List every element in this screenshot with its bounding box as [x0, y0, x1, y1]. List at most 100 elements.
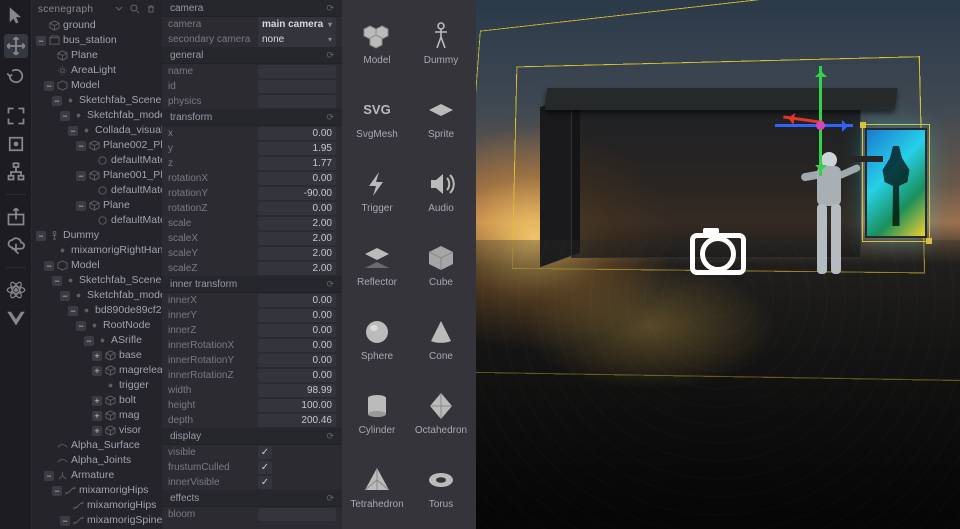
prop-value[interactable]: 98.99 [258, 384, 336, 397]
trash-icon[interactable] [146, 4, 156, 14]
expand-toggle[interactable]: − [76, 321, 86, 331]
tree-node[interactable]: −mixamorigHips [32, 483, 162, 498]
asset-tetrahedron[interactable]: Tetrahedron [346, 452, 408, 522]
reset-icon[interactable]: ⟳ [326, 3, 334, 14]
tree-node[interactable]: −Plane002_Plane00 [32, 138, 162, 153]
tree-node[interactable]: ground [32, 18, 162, 33]
tree-node[interactable]: +magrelease [32, 363, 162, 378]
tree-node[interactable]: mixamorigRightHand [32, 243, 162, 258]
tree-node[interactable]: −RootNode [32, 318, 162, 333]
tree-node[interactable]: −Collada_visual_sce [32, 123, 162, 138]
tree-node[interactable]: −Sketchfab_Scene [32, 93, 162, 108]
asset-reflector[interactable]: Reflector [346, 230, 408, 300]
expand-toggle[interactable]: − [60, 291, 70, 301]
tree-node[interactable]: −Sketchfab_model [32, 108, 162, 123]
prop-value[interactable]: 0.00 [258, 294, 336, 307]
expand-toggle[interactable]: − [76, 141, 86, 151]
tree-node[interactable]: defaultMaterial_ [32, 213, 162, 228]
asset-cylinder[interactable]: Cylinder [346, 378, 408, 448]
asset-sprite[interactable]: Sprite [410, 82, 472, 152]
expand-toggle[interactable]: − [84, 336, 94, 346]
prop-value[interactable]: 0.00 [258, 369, 336, 382]
reset-icon[interactable]: ⟳ [326, 112, 334, 123]
prop-value[interactable] [258, 95, 336, 108]
expand-toggle[interactable]: − [44, 471, 54, 481]
expand-toggle[interactable]: + [92, 366, 102, 376]
prop-value[interactable]: 0.00 [258, 324, 336, 337]
tree-node[interactable]: defaultMaterial [32, 153, 162, 168]
prop-value[interactable]: 2.00 [258, 217, 336, 230]
viewport[interactable] [476, 0, 960, 529]
tree-node[interactable]: −Plane001_Plane00 [32, 168, 162, 183]
asset-dummy[interactable]: Dummy [410, 8, 472, 78]
prop-checkbox[interactable] [258, 446, 272, 459]
tree-node[interactable]: −bd890de89cf24a [32, 303, 162, 318]
gizmo-center[interactable] [816, 121, 825, 130]
prop-value[interactable]: 0.00 [258, 339, 336, 352]
prop-value[interactable]: 0.00 [258, 127, 336, 140]
tree-node[interactable]: −ASrifle [32, 333, 162, 348]
prop-value[interactable]: -90.00 [258, 187, 336, 200]
fullscreen-tool[interactable] [6, 106, 26, 126]
expand-toggle[interactable]: − [52, 96, 62, 106]
prop-value[interactable]: 0.00 [258, 354, 336, 367]
expand-toggle[interactable]: − [76, 201, 86, 211]
tree-node[interactable]: +base [32, 348, 162, 363]
cloud-tool[interactable] [6, 235, 26, 255]
vue-tool[interactable] [6, 308, 26, 328]
hierarchy-tool[interactable] [6, 162, 26, 182]
asset-model[interactable]: Model [346, 8, 408, 78]
asset-torus[interactable]: Torus [410, 452, 472, 522]
tree-node[interactable]: −Sketchfab_Scene [32, 273, 162, 288]
prop-value[interactable]: 2.00 [258, 262, 336, 275]
reset-icon[interactable]: ⟳ [326, 431, 334, 442]
tree-node[interactable]: −bus_station [32, 33, 162, 48]
tree-node[interactable]: +visor [32, 423, 162, 438]
reset-icon[interactable]: ⟳ [326, 50, 334, 61]
asset-cone[interactable]: Cone [410, 304, 472, 374]
share-tool[interactable] [6, 207, 26, 227]
tree-node[interactable]: +bolt [32, 393, 162, 408]
scenegraph-tree[interactable]: ground−bus_stationPlaneAreaLight−Model−S… [32, 18, 162, 529]
gizmo-axis-x[interactable] [775, 124, 853, 127]
section-inner[interactable]: inner transform⟳ [162, 276, 342, 293]
search-icon[interactable] [130, 4, 140, 14]
tree-node[interactable]: −Plane [32, 198, 162, 213]
tree-node[interactable]: mixamorigHips [32, 498, 162, 513]
tree-node[interactable]: −Armature [32, 468, 162, 483]
prop-checkbox[interactable] [258, 476, 272, 489]
prop-select[interactable]: none▾ [258, 32, 336, 47]
prop-value[interactable] [258, 508, 336, 521]
prop-value[interactable]: 0.00 [258, 202, 336, 215]
expand-toggle[interactable]: + [92, 351, 102, 361]
asset-octahedron[interactable]: Octahedron [410, 378, 472, 448]
tree-node[interactable]: −Model [32, 78, 162, 93]
expand-toggle[interactable]: + [92, 411, 102, 421]
asset-trigger[interactable]: Trigger [346, 156, 408, 226]
atom-tool[interactable] [6, 280, 26, 300]
prop-value[interactable]: 0.00 [258, 172, 336, 185]
expand-toggle[interactable]: − [60, 111, 70, 121]
asset-cube[interactable]: Cube [410, 230, 472, 300]
expand-toggle[interactable]: + [92, 426, 102, 436]
move-tool[interactable] [4, 34, 28, 58]
tree-node[interactable]: Alpha_Joints [32, 453, 162, 468]
tree-node[interactable]: −Sketchfab_model [32, 288, 162, 303]
expand-toggle[interactable]: − [36, 231, 46, 241]
tree-node[interactable]: trigger [32, 378, 162, 393]
reset-icon[interactable]: ⟳ [326, 493, 334, 504]
tree-node[interactable]: Plane [32, 48, 162, 63]
section-effects[interactable]: effects⟳ [162, 490, 342, 507]
prop-checkbox[interactable] [258, 461, 272, 474]
asset-audio[interactable]: Audio [410, 156, 472, 226]
expand-toggle[interactable]: − [44, 261, 54, 271]
tree-node[interactable]: −Model [32, 258, 162, 273]
asset-sphere[interactable]: Sphere [346, 304, 408, 374]
expand-toggle[interactable]: − [52, 486, 62, 496]
prop-select[interactable]: main camera▾ [258, 17, 336, 32]
prop-value[interactable] [258, 65, 336, 78]
tree-node[interactable]: −Dummy [32, 228, 162, 243]
expand-toggle[interactable]: + [92, 396, 102, 406]
section-display[interactable]: display⟳ [162, 428, 342, 445]
tree-node[interactable]: Alpha_Surface [32, 438, 162, 453]
